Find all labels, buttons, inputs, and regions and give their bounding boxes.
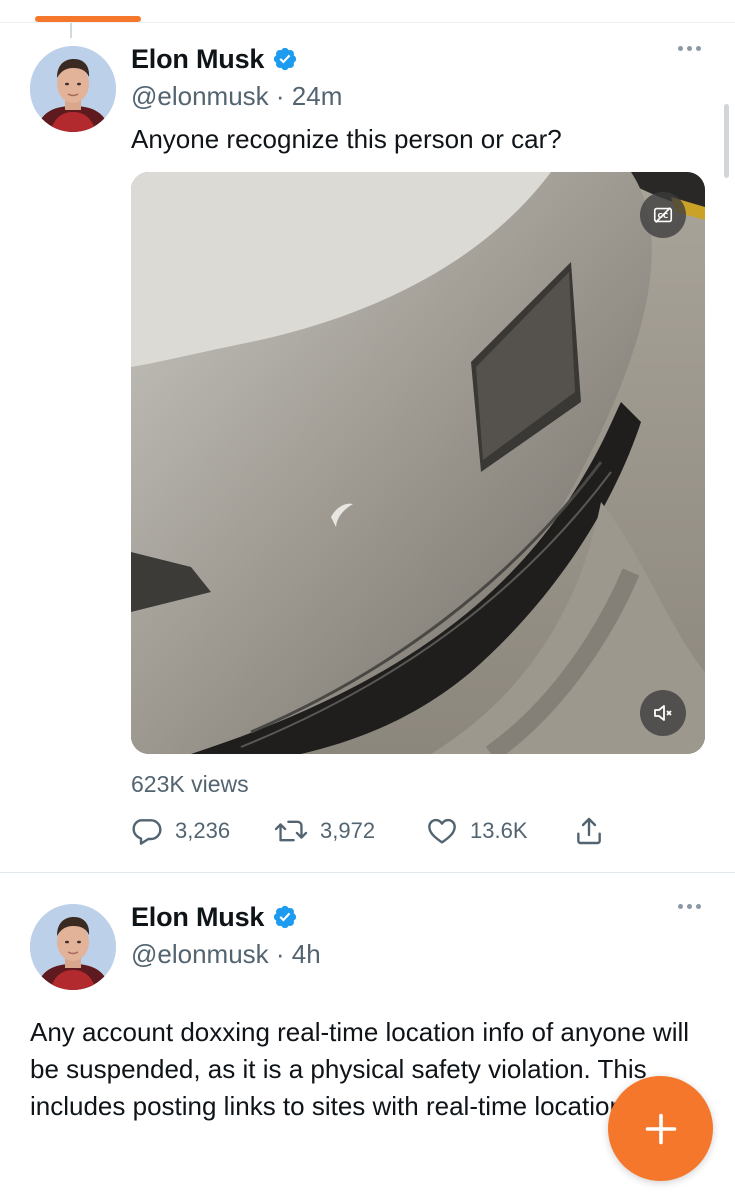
reply-icon — [132, 819, 162, 845]
retweet-button[interactable]: 3,972 — [274, 814, 375, 848]
avatar-portrait-icon — [30, 904, 116, 990]
top-tab-divider — [0, 22, 735, 23]
avatar[interactable] — [30, 904, 116, 990]
avatar-portrait-icon — [30, 46, 116, 132]
tweet-text: Any account doxxing real-time location i… — [30, 1017, 690, 1121]
share-icon — [577, 817, 601, 845]
tweet-header: Elon Musk @elonmusk · 24m — [131, 42, 342, 113]
author-name[interactable]: Elon Musk — [131, 44, 264, 75]
retweet-count: 3,972 — [320, 818, 376, 843]
tweet-video[interactable]: CC — [131, 172, 705, 754]
reply-count: 3,236 — [175, 818, 231, 843]
author-name[interactable]: Elon Musk — [131, 902, 264, 933]
tweet-divider — [0, 872, 735, 873]
avatar[interactable] — [30, 46, 116, 132]
more-options-icon[interactable] — [678, 904, 701, 909]
compose-tweet-button[interactable] — [608, 1076, 713, 1181]
tweet-text: Anyone recognize this person or car? — [131, 124, 562, 154]
like-count: 13.6K — [470, 818, 528, 843]
handle-and-timestamp[interactable]: @elonmusk · 4h — [131, 937, 321, 971]
captions-off-icon: CC — [653, 207, 673, 223]
share-button[interactable] — [573, 814, 605, 848]
verified-badge-icon — [272, 46, 298, 72]
verified-badge-icon — [272, 904, 298, 930]
thread-connector-line — [70, 23, 72, 38]
tweet-header: Elon Musk @elonmusk · 4h — [131, 900, 321, 971]
heart-icon — [428, 818, 456, 844]
mute-toggle-button[interactable] — [640, 690, 686, 736]
tweet-card[interactable]: Elon Musk @elonmusk · 24m Anyone recogni… — [0, 38, 735, 872]
active-tab-indicator — [35, 16, 141, 22]
view-count: 623K views — [131, 771, 249, 797]
captions-toggle-button[interactable]: CC — [640, 192, 686, 238]
handle-and-timestamp[interactable]: @elonmusk · 24m — [131, 79, 342, 113]
retweet-icon — [274, 820, 308, 842]
reply-button[interactable]: 3,236 — [131, 814, 230, 848]
more-options-icon[interactable] — [678, 46, 701, 51]
tweet-actions: 3,236 3,972 13.6K — [131, 814, 611, 848]
video-frame-image — [131, 172, 705, 754]
speaker-muted-icon — [654, 705, 672, 721]
plus-icon — [645, 1113, 676, 1144]
like-button[interactable]: 13.6K — [426, 814, 528, 848]
